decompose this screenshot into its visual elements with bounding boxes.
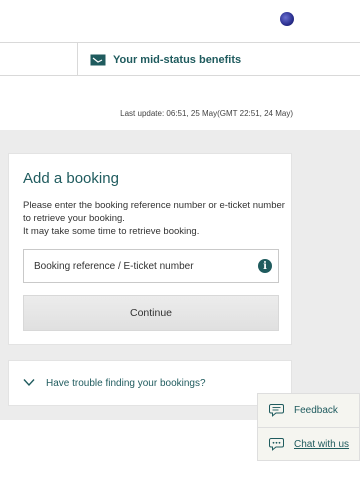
info-icon-glyph: i (263, 260, 267, 272)
add-booking-card: Add a booking Please enter the booking r… (8, 153, 292, 345)
trouble-finding-bookings-toggle[interactable]: Have trouble finding your bookings? (8, 360, 292, 406)
chevron-down-icon (23, 379, 35, 387)
trouble-finding-bookings-label: Have trouble finding your bookings? (46, 378, 206, 389)
description-line-1: Please enter the booking reference numbe… (23, 200, 285, 224)
ticket-icon (90, 54, 106, 66)
last-update-text: Last update: 06:51, 25 May(GMT 22:51, 24… (120, 109, 293, 118)
add-booking-title: Add a booking (23, 170, 119, 187)
description-line-2: It may take some time to retrieve bookin… (23, 226, 200, 237)
info-icon[interactable]: i (258, 259, 272, 273)
booking-reference-input[interactable] (24, 250, 252, 282)
feedback-icon (269, 404, 284, 417)
support-panel: Feedback Chat with us (257, 393, 360, 461)
continue-button[interactable]: Continue (23, 295, 279, 331)
chat-with-us-button[interactable]: Chat with us (258, 428, 360, 461)
feedback-button[interactable]: Feedback (258, 394, 360, 428)
mid-status-benefits-label: Your mid-status benefits (113, 54, 242, 66)
add-booking-description: Please enter the booking reference numbe… (23, 199, 285, 238)
top-header (0, 0, 360, 43)
booking-reference-field: i (23, 249, 279, 283)
feedback-label: Feedback (294, 405, 338, 416)
mid-status-benefits-link[interactable]: Your mid-status benefits (90, 51, 241, 69)
chat-icon (269, 438, 284, 451)
chat-with-us-label: Chat with us (294, 439, 350, 450)
airline-logo-icon[interactable] (280, 12, 294, 26)
benefits-bar: Your mid-status benefits (0, 43, 360, 76)
benefits-divider (77, 43, 78, 75)
